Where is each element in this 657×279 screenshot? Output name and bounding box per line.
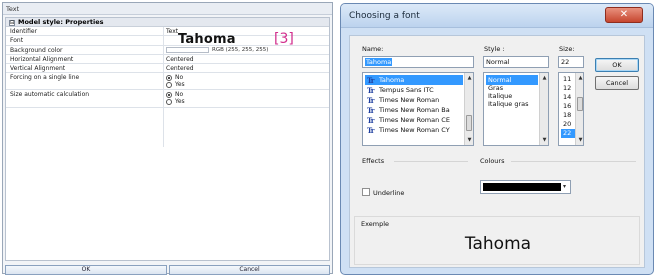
scroll-thumb[interactable] [466,115,472,131]
font-item[interactable]: Tr Tempus Sans ITC [365,85,463,95]
section-header[interactable]: ⊟ Model style: Properties [6,18,329,27]
property-grid: ⊟ Model style: Properties Identifier Tex… [5,17,330,261]
color-swatch[interactable] [166,47,209,53]
radio-label: Yes [175,98,185,105]
radio-label: Yes [175,81,185,88]
font-item[interactable]: Tr Times New Roman Ba [365,105,463,115]
size-item[interactable]: 12 [561,84,575,93]
colour-swatch [483,183,561,191]
section-title: Model style: Properties [18,18,104,26]
font-name-input[interactable]: Tahoma [362,56,474,68]
property-name: Vertical Alignment [10,65,66,72]
property-name: Horizontal Alignment [10,56,74,63]
font-style-input[interactable]: Normal [483,56,549,68]
ok-button[interactable]: OK [595,58,639,72]
property-value[interactable]: Centered [166,56,194,63]
radio-no[interactable] [166,92,172,98]
dialog-body: Name: Style : Size: Tahoma Normal 22 Tr T… [349,35,645,268]
font-dialog: Choosing a font ✕ Name: Style : Size: Ta… [340,3,654,275]
colour-select[interactable]: ▾ [480,180,571,194]
style-label: Style : [484,45,505,53]
size-label: Size: [559,45,575,53]
property-name: Background color [10,47,63,54]
scroll-down-icon[interactable]: ▼ [577,136,583,144]
size-list[interactable]: 11 12 14 16 18 20 22 ▲ ▼ [558,72,584,146]
font-value[interactable]: Tahoma [178,32,236,47]
size-item[interactable]: 18 [561,111,575,120]
font-item[interactable]: Tr Times New Roman [365,95,463,105]
size-list-scrollbar[interactable]: ▲ ▼ [575,73,583,145]
radio-no[interactable] [166,75,172,81]
font-size-input[interactable]: 22 [558,56,584,68]
font-item[interactable]: Tr Tahoma [365,75,463,85]
radio-yes[interactable] [166,99,172,105]
property-value: RGB (255, 255, 255) [212,47,269,53]
callout-label: [3] [274,31,294,47]
radio-label: No [175,74,184,81]
colours-label: Colours [480,157,505,165]
size-item[interactable]: 14 [561,93,575,102]
property-name: Font [10,37,24,44]
size-item[interactable]: 11 [561,75,575,84]
font-list[interactable]: Tr Tahoma Tr Tempus Sans ITC Tr Times New R… [362,72,474,146]
scroll-up-icon[interactable]: ▲ [541,74,548,82]
font-item[interactable]: Tr Times New Roman CE [365,115,463,125]
underline-checkbox[interactable] [362,188,370,196]
close-icon[interactable]: ✕ [605,7,643,23]
chevron-down-icon[interactable]: ▾ [563,183,566,190]
property-name: Size automatic calculation [10,91,90,98]
radio-yes[interactable] [166,82,172,88]
dialog-titlebar: Choosing a font ✕ [341,4,653,28]
cancel-button[interactable]: Cancel [595,76,639,90]
sample-preview: Exemple Tahoma [354,216,640,265]
font-item[interactable]: Tr Times New Roman CY [365,125,463,135]
effects-divider [394,161,468,162]
dialog-title: Choosing a font [349,11,420,21]
style-list-scrollbar[interactable]: ▲ ▼ [539,73,548,145]
properties-window: Text ⊟ Model style: Properties Identifie… [2,2,333,275]
property-value[interactable]: Centered [166,65,194,72]
property-row-valign[interactable]: Vertical Alignment Centered [6,64,329,73]
scroll-down-icon[interactable]: ▼ [541,136,548,144]
property-name: Identifier [10,28,38,35]
effects-label: Effects [362,157,385,165]
scroll-up-icon[interactable]: ▲ [466,74,473,82]
property-row-single-line[interactable]: Forcing on a single line No Yes [6,73,329,90]
collapse-icon[interactable]: ⊟ [9,20,15,26]
scroll-down-icon[interactable]: ▼ [466,136,473,144]
name-label: Name: [362,45,384,53]
property-value[interactable]: Text [166,28,178,35]
radio-label: No [175,91,184,98]
truetype-icon: Tr [367,126,374,135]
property-name: Forcing on a single line [10,74,80,81]
property-row-autosize[interactable]: Size automatic calculation No Yes [6,90,329,108]
style-item[interactable]: Italique gras [486,99,538,109]
window-title: Text [3,3,332,15]
font-list-scrollbar[interactable]: ▲ ▼ [464,73,473,145]
size-item[interactable]: 20 [561,120,575,129]
sample-text: Tahoma [464,234,532,254]
style-list[interactable]: Normal Gras Italique Italique gras ▲ ▼ [483,72,549,146]
property-row-halign[interactable]: Horizontal Alignment Centered [6,55,329,64]
colours-divider [511,161,636,162]
underline-label: Underline [373,189,405,197]
ok-button[interactable]: OK [5,265,167,275]
cancel-button[interactable]: Cancel [169,265,330,275]
size-item[interactable]: 16 [561,102,575,111]
size-item[interactable]: 22 [561,129,575,138]
property-row-font[interactable]: Font Tahoma [3] [6,31,329,47]
scroll-up-icon[interactable]: ▲ [577,74,583,82]
property-row-background[interactable]: Background color RGB (255, 255, 255) [6,46,329,55]
sample-label: Exemple [361,220,390,228]
scroll-thumb[interactable] [577,97,583,111]
